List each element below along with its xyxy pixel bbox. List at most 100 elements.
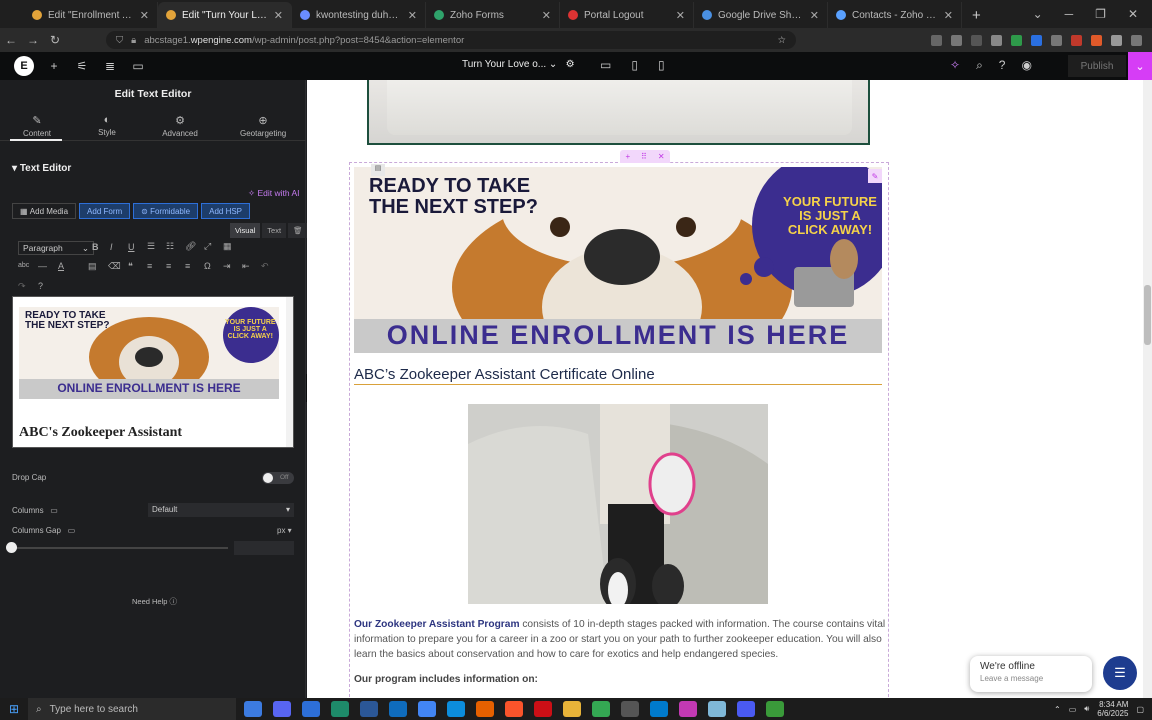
align-right-icon[interactable]: ≡ <box>185 261 190 271</box>
underline-icon[interactable]: U <box>128 242 135 252</box>
columns-gap-slider[interactable] <box>12 547 228 549</box>
download-icon[interactable] <box>951 34 962 46</box>
need-help-link[interactable]: Need Help ⓘ <box>132 596 177 607</box>
columns-select[interactable]: Default ▾ <box>148 503 294 517</box>
browser-tab[interactable]: Zoho Forms ✕ <box>426 2 560 28</box>
editor-content-area[interactable]: READY TO TAKE THE NEXT STEP? YOUR FUTURE I… <box>12 296 294 448</box>
browser-tab[interactable]: Edit "Turn Your Love of Animal… ✕ <box>158 2 292 28</box>
browser-tab[interactable]: Contacts - Zoho CRM ✕ <box>828 2 962 28</box>
edit-widget-pencil-icon[interactable]: ✎ <box>868 169 882 183</box>
vscode-icon[interactable] <box>650 701 668 717</box>
unit-select[interactable]: px ▾ <box>277 526 292 535</box>
tablet-icon[interactable]: ▯ <box>631 58 638 72</box>
align-left-icon[interactable]: ≡ <box>147 261 152 271</box>
italic-icon[interactable]: I <box>110 242 113 252</box>
publish-options-chevron-icon[interactable]: ⌄ <box>1128 52 1152 80</box>
publish-button[interactable]: Publish <box>1068 55 1126 77</box>
back-icon[interactable]: ← <box>0 33 22 47</box>
excel-icon[interactable] <box>302 701 320 717</box>
close-tab-icon[interactable]: ✕ <box>542 9 551 22</box>
profile-icon[interactable] <box>1111 34 1122 46</box>
minimize-button[interactable]: ─ <box>1065 7 1074 21</box>
help-icon[interactable]: ? <box>999 58 1006 73</box>
tab-visual[interactable]: Visual <box>230 223 261 238</box>
tray-chevron-icon[interactable]: ⌃ <box>1054 705 1061 714</box>
reload-icon[interactable]: ↻ <box>44 33 66 47</box>
add-section-icon[interactable]: + <box>625 152 630 161</box>
preview-eye-icon[interactable]: ◉ <box>1021 58 1031 73</box>
widget-type-icon[interactable]: ▤ <box>371 164 385 176</box>
extension-icon[interactable] <box>991 34 1002 46</box>
copilot-icon[interactable] <box>244 701 262 717</box>
extension-blue-icon[interactable] <box>1031 34 1042 46</box>
paste-text-icon[interactable]: ▤ <box>88 261 97 272</box>
clock[interactable]: 8:34 AM 6/6/2025 <box>1097 700 1128 718</box>
network-icon[interactable]: ▭ <box>1069 705 1077 714</box>
tab-search-icon[interactable]: ⌄ <box>1033 7 1043 21</box>
browser-tab[interactable]: kwontesting duhn (Contact) · Z ✕ <box>292 2 426 28</box>
browser-tab[interactable]: Edit "Enrollment Agreement A… ✕ <box>24 2 158 28</box>
url-input[interactable]: ⛉ 🔒︎ abcstage1.wpengine.com/wp-admin/pos… <box>106 31 796 49</box>
sheets-icon[interactable] <box>766 701 784 717</box>
tab-advanced[interactable]: ⚙ Advanced <box>160 114 200 138</box>
document-title[interactable]: Turn Your Love o... ⌄ ⚙ <box>462 59 575 70</box>
edge-icon[interactable] <box>447 701 465 717</box>
active-browser-icon[interactable] <box>621 701 639 717</box>
close-tab-icon[interactable]: ✕ <box>140 9 149 22</box>
chrome-profile-icon[interactable] <box>592 701 610 717</box>
clear-format-icon[interactable]: ⌫ <box>108 261 121 272</box>
special-char-icon[interactable]: Ω <box>204 261 211 271</box>
close-tab-icon[interactable]: ✕ <box>274 9 283 22</box>
search-icon[interactable]: ⌕ <box>976 58 983 73</box>
drag-handle-icon[interactable]: ⠿ <box>641 152 647 161</box>
strikethrough-icon[interactable]: abc <box>18 262 29 269</box>
add-element-icon[interactable]: + <box>40 59 68 73</box>
link-icon[interactable]: 🔗︎ <box>185 241 196 252</box>
ai-icon[interactable]: ✧ <box>950 58 960 73</box>
notes-icon[interactable]: ▭ <box>124 59 152 73</box>
site-settings-icon[interactable]: ⚟ <box>68 59 96 73</box>
add-media-button[interactable]: ▦ Add Media <box>12 203 77 219</box>
r-app-icon[interactable] <box>331 701 349 717</box>
redo-icon[interactable]: ↷ <box>18 281 26 292</box>
align-center-icon[interactable]: ≡ <box>166 261 171 271</box>
slider-handle[interactable] <box>6 542 17 553</box>
outdent-icon[interactable]: ⇤ <box>242 261 250 272</box>
chat-status-bubble[interactable]: We're offline Leave a message <box>970 656 1092 692</box>
menu-icon[interactable] <box>1131 34 1142 46</box>
editor-scrollbar[interactable] <box>286 297 293 447</box>
elementor-logo[interactable]: E <box>14 56 34 76</box>
brave-icon[interactable] <box>505 701 523 717</box>
file-explorer-icon[interactable] <box>563 701 581 717</box>
undo-icon[interactable]: ↶ <box>261 261 269 272</box>
account-icon[interactable] <box>971 34 982 46</box>
close-tab-icon[interactable]: ✕ <box>810 9 819 22</box>
formidable-button[interactable]: ⊜ Formidable <box>133 203 199 219</box>
drop-cap-toggle[interactable]: Off <box>262 472 294 484</box>
notification-icon[interactable]: ▢ <box>1136 705 1144 714</box>
bullet-list-icon[interactable]: ☰ <box>147 241 155 252</box>
mobile-icon[interactable]: ▯ <box>658 58 665 72</box>
blockquote-icon[interactable]: ❝ <box>128 261 133 272</box>
bold-icon[interactable]: B <box>92 242 99 252</box>
trash-icon[interactable]: 🗑︎ <box>288 223 308 238</box>
bookmark-star-icon[interactable]: ☆ <box>777 35 786 46</box>
close-tab-icon[interactable]: ✕ <box>676 9 685 22</box>
keyboard-help-icon[interactable]: ? <box>38 281 43 291</box>
add-form-button[interactable]: Add Form <box>79 203 131 219</box>
extension-green-icon[interactable] <box>1011 34 1022 46</box>
add-hsp-button[interactable]: Add HSP <box>201 203 251 219</box>
firefox-icon[interactable] <box>1091 34 1102 46</box>
maximize-button[interactable]: ❐ <box>1095 7 1106 21</box>
section-header[interactable]: ▾ Text Editor <box>12 163 71 174</box>
tab-content[interactable]: ✎ Content <box>18 114 56 138</box>
tab-text[interactable]: Text <box>262 223 287 238</box>
toolbar-toggle-icon[interactable]: ▦ <box>223 241 232 252</box>
close-tab-icon[interactable]: ✕ <box>408 9 417 22</box>
desktop-icon[interactable]: ▭ <box>600 58 611 72</box>
edit-with-ai-button[interactable]: ✧ Edit with AI <box>248 188 300 199</box>
numbered-list-icon[interactable]: ☷ <box>166 241 174 252</box>
photos-icon[interactable] <box>679 701 697 717</box>
fullscreen-icon[interactable]: ⤢ <box>204 241 211 252</box>
notepad-icon[interactable] <box>708 701 726 717</box>
